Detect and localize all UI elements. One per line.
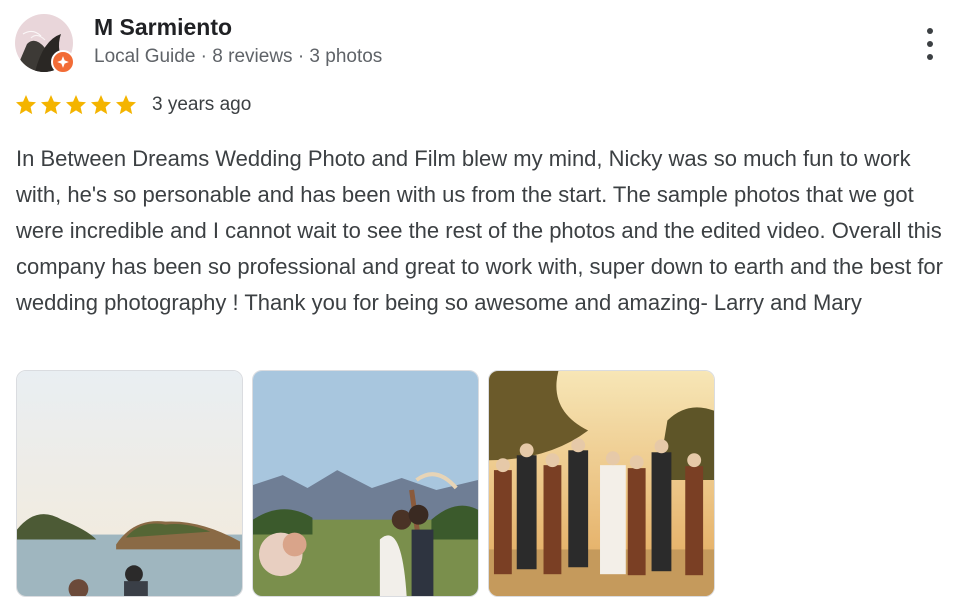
reviewer-name[interactable]: M Sarmiento <box>94 14 232 41</box>
photo-couple-kiss-mountains[interactable] <box>252 370 479 597</box>
photo-couple-by-water[interactable] <box>16 370 243 597</box>
star-icon <box>91 95 111 115</box>
review-text: In Between Dreams Wedding Photo and Film… <box>16 146 943 315</box>
star-icon <box>41 95 61 115</box>
star-icon <box>16 95 36 115</box>
local-guide-star-icon <box>51 50 75 74</box>
avatar[interactable] <box>15 14 75 74</box>
review-photos <box>16 370 715 597</box>
reviewer-meta: Local Guide · 8 reviews · 3 photos <box>94 46 383 67</box>
review-time: 3 years ago <box>152 94 252 115</box>
photo-wedding-party-sunset[interactable] <box>488 370 715 597</box>
star-icon <box>66 95 86 115</box>
star-icon <box>116 95 136 115</box>
star-rating <box>14 93 138 117</box>
more-vert-icon[interactable] <box>918 24 942 64</box>
